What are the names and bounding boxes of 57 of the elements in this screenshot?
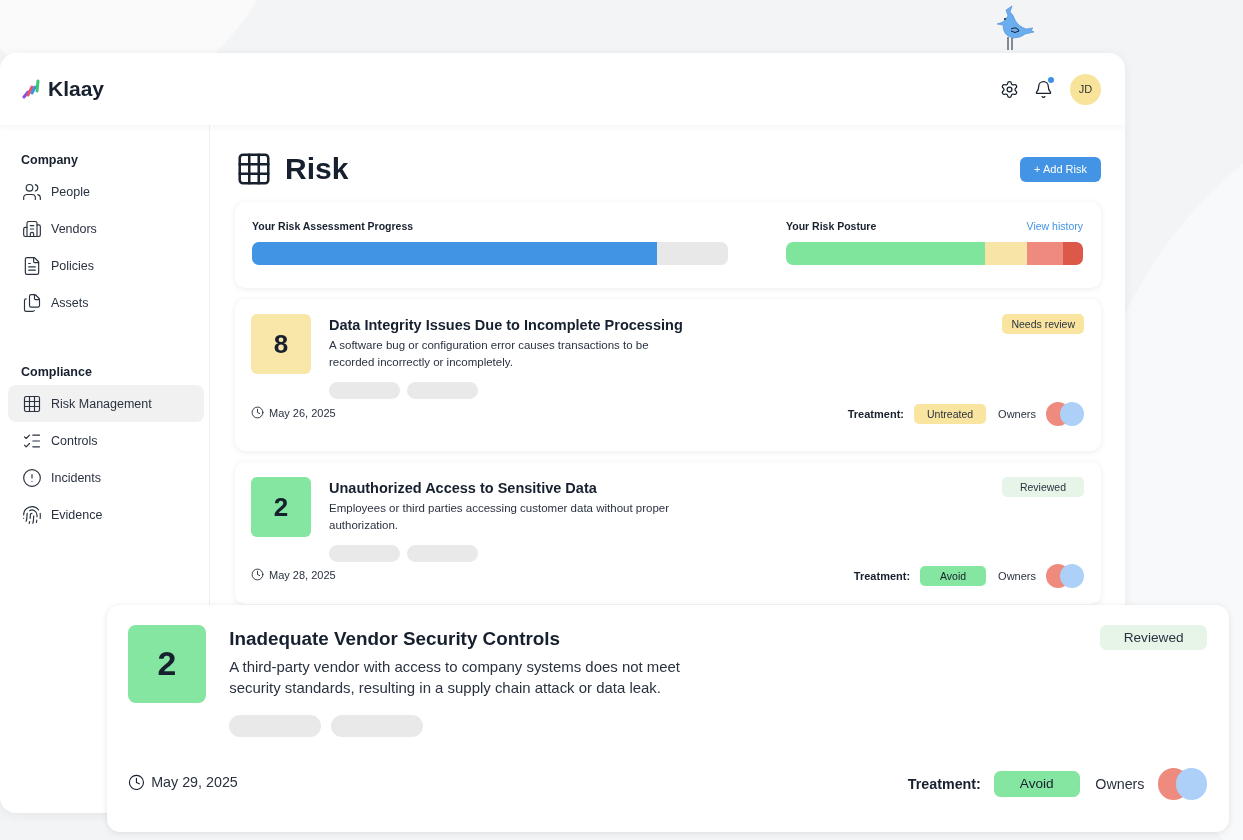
sidebar-item[interactable]: Incidents [8,459,204,496]
risk-description: A software bug or configuration error causes transactions to be recorded incorrectly or incompletely. [329,338,650,370]
treatment-badge: Avoid [993,771,1080,797]
owner-avatar [1060,564,1084,588]
risk-title: Data Integrity Issues Due to Incomplete Processing [329,317,684,333]
grid-icon [235,150,273,188]
progress-label: Your Risk Assessment Progress [252,220,414,232]
owners-label: Owners [998,408,1036,420]
sidebar-section-title: Compliance [20,365,93,379]
grid-icon [22,393,42,414]
alert-icon [22,467,42,488]
risk-title: Unauthorized Access to Sensitive Data [329,480,598,496]
risk-description: Employees or third parties accessing customer data without proper authorization. [329,501,671,533]
clock-icon [127,773,145,791]
risk-score: 2 [251,477,311,537]
sidebar-item[interactable]: Policies [8,247,204,284]
owners-label: Owners [998,570,1036,582]
risk-score: 2 [127,624,206,703]
treatment-label: Treatment: [853,570,911,582]
logo-text: Klaay [48,77,105,101]
files-icon [22,292,42,313]
risk-description: A third-party vendor with access to company systems does not meet security standards, resulting in a supply chain attack or data leak. [229,656,681,699]
status-badge: Reviewed [1100,624,1207,650]
page-title: Risk [285,152,349,186]
risk-score: 8 [251,314,311,374]
logo-icon [22,78,42,100]
fingerprint-icon [22,504,42,525]
building-icon [22,218,42,239]
risk-title: Inadequate Vendor Security Controls [229,628,562,651]
status-badge: Reviewed [1002,477,1084,497]
owners-label: Owners [1095,775,1145,792]
status-badge: Needs review [1002,314,1084,334]
people-icon [22,181,42,202]
treatment-label: Treatment: [847,408,904,420]
sidebar-item[interactable]: Assets [8,284,204,321]
sidebar-item[interactable]: Vendors [8,210,204,247]
owner-avatar [1060,402,1084,426]
owner-avatar [1175,768,1207,800]
sidebar-item[interactable]: Controls [8,422,204,459]
risk-card[interactable]: 2 Unauthorized Access to Sensitive Data Employees or third parties accessing customer data without proper authorization. Reviewed May 28, 2025 Treatment: Avoid Owners [235,462,1101,604]
clock-icon [251,568,264,581]
treatment-label: Treatment: [907,775,981,792]
sidebar-item[interactable]: Risk Management [8,385,204,422]
user-avatar[interactable]: JD [1070,73,1101,105]
posture-label: Your Risk Posture [786,220,877,232]
sidebar-item[interactable]: People [8,173,204,210]
treatment-badge: Untreated [913,404,987,424]
risk-card[interactable] [107,605,1229,832]
sidebar-section-title: Company [20,153,79,167]
risk-card[interactable] [235,299,1101,451]
risk-date: May 26, 2025 [269,406,336,419]
risk-date: May 28, 2025 [269,568,336,581]
sidebar-item[interactable]: Evidence [8,496,204,533]
document-icon [22,255,42,276]
clock-icon [251,406,264,419]
treatment-badge: Avoid [920,566,987,586]
risk-date: May 29, 2025 [151,773,238,790]
